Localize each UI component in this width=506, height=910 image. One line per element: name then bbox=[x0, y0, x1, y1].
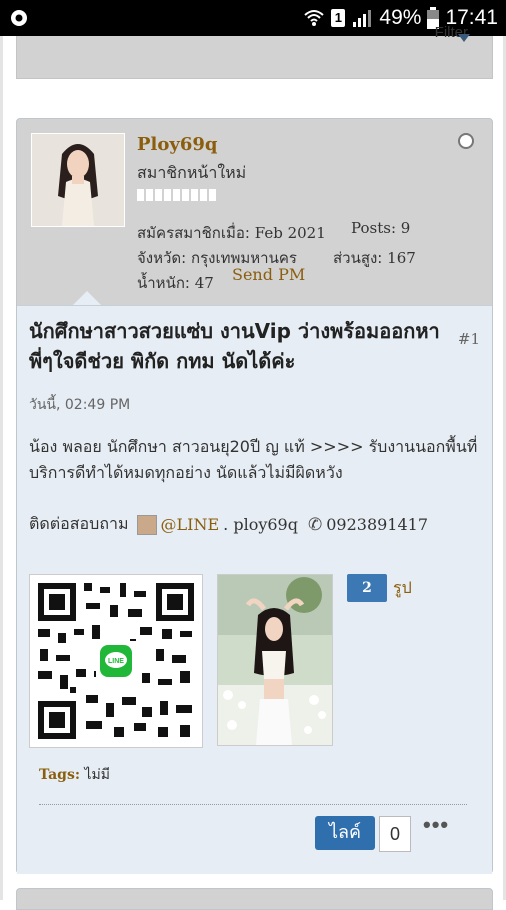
joined-value: Feb 2021 bbox=[254, 224, 326, 242]
weight-label: น้ำหนัก: bbox=[137, 274, 190, 292]
wifi-icon bbox=[304, 10, 325, 26]
posts-label: Posts: bbox=[351, 219, 396, 237]
post-date: วันนี้, 02:49 PM bbox=[29, 397, 131, 413]
height-info: ส่วนสูง: 167 bbox=[333, 246, 416, 270]
avatar[interactable] bbox=[31, 133, 125, 227]
tags-row: Tags: ไม่มี bbox=[39, 764, 110, 786]
sim-slot-badge: 1 bbox=[331, 9, 346, 27]
status-bar: 1 49% 17:41 bbox=[0, 0, 506, 36]
like-count: 0 bbox=[379, 816, 411, 852]
post-content: นักศึกษาสาวสวยแซ่บ งานVip ว่างพร้อมออกหา… bbox=[17, 305, 492, 874]
province-label: จังหวัด: bbox=[137, 249, 187, 267]
filter-bar: Filter bbox=[16, 24, 493, 79]
offline-status-icon bbox=[458, 133, 474, 149]
posts-value: 9 bbox=[400, 219, 411, 237]
battery-percent: 49% bbox=[379, 6, 422, 29]
height-value: 167 bbox=[387, 249, 416, 267]
tags-label: Tags: bbox=[39, 767, 80, 783]
height-label: ส่วนสูง: bbox=[333, 249, 383, 267]
line-id: . ploy69q bbox=[223, 515, 298, 534]
joined-label: สมัครสมาชิกเมื่อ: bbox=[137, 224, 250, 242]
post-body: น้อง พลอย นักศึกษา สาวอนยุ20ปี ญ แท้ >>>… bbox=[29, 437, 478, 482]
reputation-bar bbox=[137, 189, 217, 201]
forum-post: Ploy69q สมาชิกหน้าใหม่ สมัครสมาชิกเมื่อ:… bbox=[16, 118, 493, 874]
contact-line: ติดต่อสอบถาม @LINE . ploy69q ✆ 092389141… bbox=[29, 512, 428, 537]
settings-icon bbox=[11, 10, 27, 26]
user-title: สมาชิกหน้าใหม่ bbox=[137, 163, 247, 182]
image-count-unit: รูป bbox=[393, 578, 412, 597]
contact-prefix: ติดต่อสอบถาม bbox=[29, 514, 129, 533]
joined-info: สมัครสมาชิกเมื่อ: Feb 2021 bbox=[137, 221, 326, 245]
forum-page: Filter Ploy69q สมาชิกหน้าใหม่ สมัครสมาชิ… bbox=[0, 24, 506, 910]
next-post-header bbox=[16, 888, 493, 910]
phone-number[interactable]: 0923891417 bbox=[326, 515, 428, 534]
svg-text:LINE: LINE bbox=[108, 658, 124, 665]
divider bbox=[39, 804, 467, 805]
username-link[interactable]: Ploy69q bbox=[137, 134, 217, 155]
line-image-icon bbox=[136, 514, 157, 535]
post-title[interactable]: นักศึกษาสาวสวยแซ่บ งานVip ว่างพร้อมออกหา… bbox=[29, 316, 454, 376]
line-link[interactable]: @LINE bbox=[161, 515, 220, 534]
phone-icon: ✆ bbox=[307, 514, 323, 535]
left-rail bbox=[0, 36, 3, 900]
posts-info: Posts: 9 bbox=[351, 219, 410, 237]
tags-value: ไม่มี bbox=[84, 767, 110, 783]
post-photo-thumbnail[interactable] bbox=[217, 574, 333, 746]
image-count-badge[interactable]: 2 bbox=[347, 574, 387, 602]
post-number-link[interactable]: #1 bbox=[458, 330, 480, 348]
post-pointer bbox=[73, 291, 101, 305]
send-pm-link[interactable]: Send PM bbox=[232, 265, 305, 284]
weight-value: 47 bbox=[194, 274, 214, 292]
chevron-down-icon[interactable] bbox=[458, 34, 470, 42]
weight-info: น้ำหนัก: 47 bbox=[137, 271, 214, 295]
signal-icon bbox=[353, 10, 372, 27]
line-qr-code-image[interactable]: LINE bbox=[29, 574, 203, 748]
more-icon[interactable]: ••• bbox=[423, 812, 449, 838]
like-button[interactable]: ไลค์ bbox=[315, 816, 375, 850]
